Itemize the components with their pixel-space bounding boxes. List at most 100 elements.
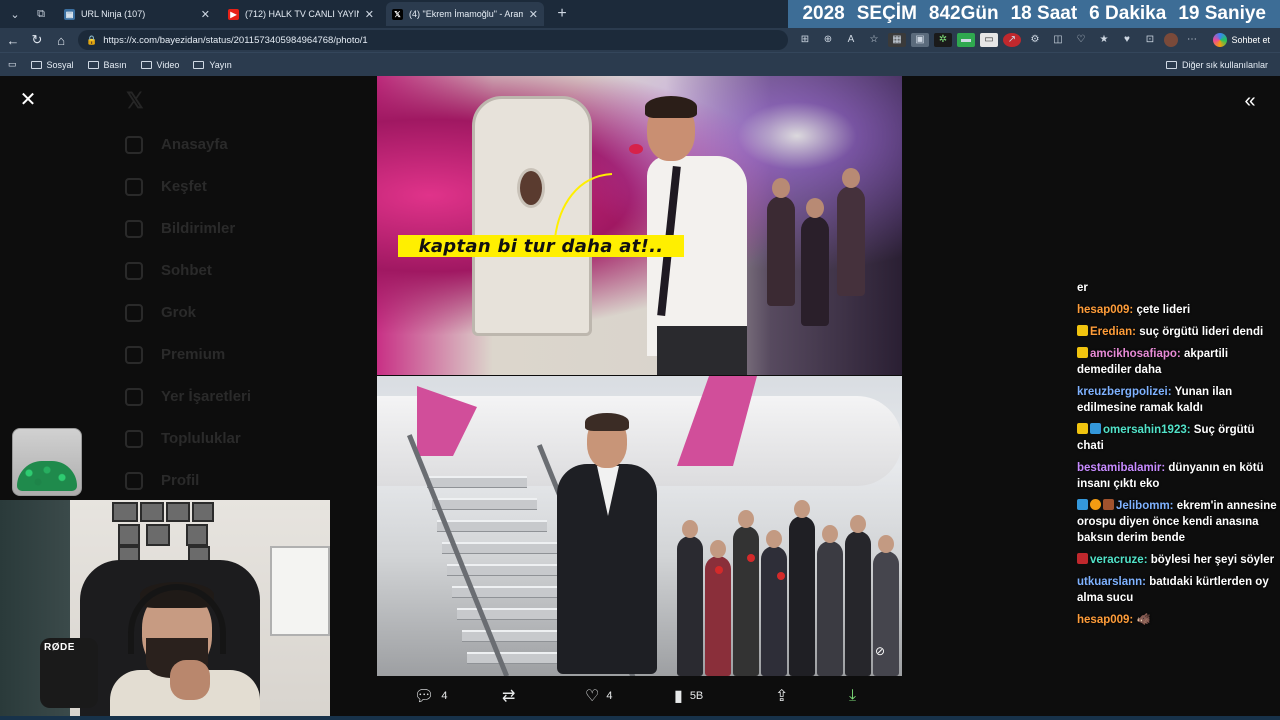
download-icon: ⤓ bbox=[849, 687, 857, 704]
tweet-media: kaptan bi tur daha at!.. ⊘ bbox=[377, 76, 902, 676]
tab-halk-tv[interactable]: ▶ (712) HALK TV CANLI YAYINI | FUL ✕ bbox=[222, 2, 380, 26]
copilot-icon bbox=[1213, 33, 1228, 47]
share-button[interactable]: ⇪ bbox=[775, 686, 795, 706]
lock-icon: 🔒 bbox=[86, 34, 98, 45]
bookmark-folder-sosyal[interactable]: Sosyal bbox=[30, 59, 74, 70]
close-icon[interactable]: ✕ bbox=[365, 8, 374, 21]
page-bottom-strip bbox=[0, 716, 1280, 720]
folder-icon bbox=[30, 60, 42, 69]
browser-essentials-icon[interactable]: ♡ bbox=[1072, 33, 1090, 47]
extension-icon[interactable]: ▣ bbox=[910, 33, 929, 47]
extension-icon[interactable]: ✲ bbox=[933, 33, 952, 47]
like-button[interactable]: ♡ 4 bbox=[585, 686, 612, 706]
bookmark-label: Diğer sık kullanılanlar bbox=[1181, 59, 1268, 70]
download-button[interactable]: ⤓ bbox=[849, 687, 863, 705]
x-icon: 𝕏 bbox=[392, 8, 403, 20]
screenshot-icon[interactable]: ⊡ bbox=[1141, 33, 1159, 47]
badge-icon bbox=[1077, 325, 1088, 336]
bookmark-folder-video[interactable]: Video bbox=[140, 59, 180, 70]
x-photo-viewer: 𝕏 Anasayfa Keşfet Bildirimler Sohbet Gro… bbox=[0, 76, 1280, 720]
extension-icon[interactable]: ▬ bbox=[956, 33, 975, 47]
badge-icon bbox=[1090, 423, 1101, 434]
repost-button[interactable]: ⇄ bbox=[502, 686, 522, 706]
image-edit-icon[interactable]: ⊘ bbox=[872, 644, 888, 660]
photo-bottom[interactable]: ⊘ bbox=[377, 376, 902, 676]
badge-icon bbox=[1077, 553, 1088, 564]
address-bar[interactable]: 🔒 https://x.com/bayezidan/status/2011573… bbox=[78, 30, 788, 50]
tab-label: (712) HALK TV CANLI YAYINI | FUL bbox=[245, 9, 359, 19]
share-icon: ⇪ bbox=[775, 688, 789, 705]
nav-messages: Sohbet bbox=[125, 262, 212, 281]
extension-icon[interactable]: ▦ bbox=[887, 33, 906, 47]
copilot-chat-button[interactable]: Sohbet et bbox=[1207, 31, 1276, 49]
close-icon[interactable]: ✕ bbox=[529, 8, 538, 21]
read-aloud-icon[interactable]: A bbox=[842, 33, 860, 47]
bookmark-folder-yayin[interactable]: Yayın bbox=[193, 59, 232, 70]
split-screen-icon[interactable]: ◫ bbox=[1049, 33, 1067, 47]
tweet-actions: 💬︎ 4 ⇄ ♡ 4 ▮ 5B ⇪ ⤓ bbox=[377, 676, 902, 716]
refresh-icon[interactable]: ↻ bbox=[26, 32, 48, 48]
chat-message: bestamibalamir: dünyanın en kötü insanı … bbox=[1077, 460, 1277, 492]
chat-message: omersahin1923: Suç örgütü chati bbox=[1077, 422, 1277, 454]
chat-username: hesap009: bbox=[1077, 614, 1134, 626]
chat-username: omersahin1923: bbox=[1103, 424, 1191, 436]
views-button[interactable]: ▮ 5B bbox=[674, 686, 703, 706]
chat-username: kreuzbergpolizei: bbox=[1077, 386, 1172, 398]
chat-username: bestamibalamir: bbox=[1077, 462, 1166, 474]
bookmark-label: Basın bbox=[103, 59, 127, 70]
tab-actions-menu-icon[interactable]: ⌄ bbox=[4, 3, 26, 25]
chat-username: Eredian: bbox=[1090, 326, 1137, 338]
tab-x-search[interactable]: 𝕏 (4) "Ekrem İmamoğlu" - Arama / X ✕ bbox=[386, 2, 544, 26]
chat-message: Eredian: suç örgütü lideri dendi bbox=[1077, 324, 1277, 340]
heart-pulse-icon[interactable]: ♥ bbox=[1118, 33, 1136, 47]
chat-username: veracruze: bbox=[1090, 554, 1148, 566]
favorite-star-icon[interactable]: ☆ bbox=[865, 33, 883, 47]
bookmark-label: Video bbox=[156, 59, 180, 70]
bookmarks-bar: ▭ Sosyal Basın Video Yayın Diğer sık kul… bbox=[0, 52, 1280, 76]
reply-count: 4 bbox=[441, 690, 448, 702]
chat-text: böylesi her şeyi söyler bbox=[1150, 554, 1275, 566]
new-tab-button[interactable]: + bbox=[552, 5, 572, 23]
bookmark-folder-other[interactable]: Diğer sık kullanılanlar bbox=[1165, 59, 1268, 70]
chat-username: utkuarslann: bbox=[1077, 576, 1147, 588]
countdown-seconds: 19 Saniye bbox=[1178, 3, 1266, 24]
profile-avatar-icon[interactable] bbox=[1163, 33, 1178, 47]
browser-toolbar-icons: ⊞ ⊕ A ☆ ▦ ▣ ✲ ▬ ▭ ↗ ⚙ ◫ ♡ ★ ♥ ⊡ ⋯ Sohbet… bbox=[793, 31, 1280, 49]
collapse-sidebar-button[interactable]: « bbox=[1240, 90, 1260, 113]
app-available-icon[interactable]: ⊞ bbox=[796, 33, 814, 47]
chat-username: amcikhosafiapo: bbox=[1090, 348, 1181, 360]
mic-brand-label: RØDE bbox=[44, 642, 75, 653]
reply-icon: 💬︎ bbox=[414, 688, 435, 705]
extension-icon[interactable]: ↗ bbox=[1002, 33, 1021, 47]
repost-icon: ⇄ bbox=[502, 688, 516, 705]
close-icon[interactable]: ✕ bbox=[201, 8, 210, 21]
chat-message: hesap009: 🐗 bbox=[1077, 612, 1277, 628]
sidebar-toggle-icon[interactable]: ▭ bbox=[8, 59, 17, 70]
photo-top[interactable]: kaptan bi tur daha at!.. bbox=[377, 76, 902, 375]
nav-bookmarks: Yer İşaretleri bbox=[125, 388, 251, 407]
workspaces-icon[interactable]: ⧉ bbox=[30, 3, 52, 25]
chat-username: Jelibomm: bbox=[1116, 500, 1174, 512]
tab-label: URL Ninja (107) bbox=[81, 9, 146, 19]
home-icon[interactable]: ⌂ bbox=[50, 33, 72, 48]
chat-text: çete lideri bbox=[1136, 304, 1191, 316]
extension-icon[interactable]: ▭ bbox=[979, 33, 998, 47]
bookmark-folder-basin[interactable]: Basın bbox=[87, 59, 127, 70]
bookmark-label: Sosyal bbox=[46, 59, 74, 70]
tab-bar: ⌄ ⧉ ▤ URL Ninja (107) ✕ ▶ (712) HALK TV … bbox=[0, 0, 1280, 28]
reply-button[interactable]: 💬︎ 4 bbox=[414, 686, 447, 706]
favorites-icon[interactable]: ★ bbox=[1095, 33, 1113, 47]
chat-message: kreuzbergpolizei: Yunan ilan edilmesine … bbox=[1077, 384, 1277, 416]
youtube-icon: ▶ bbox=[228, 8, 239, 20]
press-crowd bbox=[677, 500, 902, 676]
more-menu-icon[interactable]: ⋯ bbox=[1183, 33, 1201, 47]
badge-icon bbox=[1077, 347, 1088, 358]
back-arrow-icon[interactable]: ← bbox=[2, 33, 24, 48]
close-viewer-button[interactable]: ✕ bbox=[18, 90, 38, 110]
chat-message: veracruze: böylesi her şeyi söyler bbox=[1077, 552, 1277, 568]
bookmark-label: Yayın bbox=[209, 59, 232, 70]
nav-premium: Premium bbox=[125, 346, 225, 365]
extensions-puzzle-icon[interactable]: ⚙ bbox=[1026, 33, 1044, 47]
tab-url-ninja[interactable]: ▤ URL Ninja (107) ✕ bbox=[58, 2, 216, 26]
zoom-icon[interactable]: ⊕ bbox=[819, 33, 837, 47]
